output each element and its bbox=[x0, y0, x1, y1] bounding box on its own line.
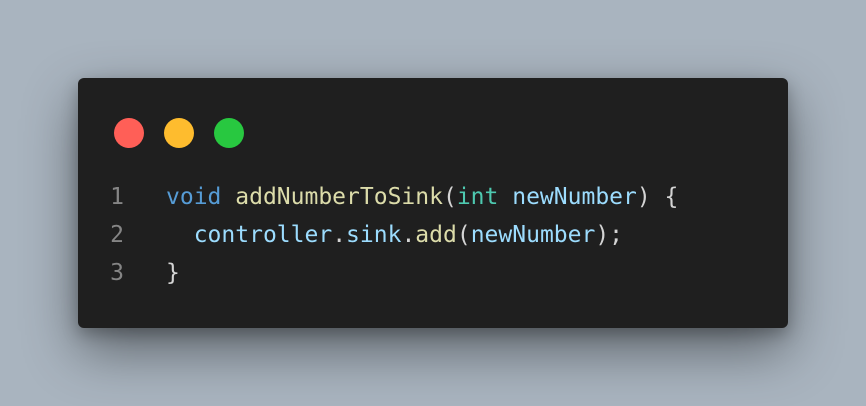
keyword-token: void bbox=[166, 184, 222, 210]
code-block: 1 void addNumberToSink(int newNumber) { … bbox=[78, 178, 678, 292]
punctuation-token: ( bbox=[442, 184, 457, 210]
punctuation-token: ( bbox=[456, 222, 471, 248]
line-number: 1 bbox=[110, 184, 124, 210]
close-button[interactable] bbox=[114, 118, 144, 148]
minimize-button[interactable] bbox=[164, 118, 194, 148]
line-content: void addNumberToSink(int newNumber) { bbox=[166, 178, 678, 216]
punctuation-token: ) { bbox=[636, 184, 679, 210]
code-line: 3 } bbox=[78, 254, 678, 292]
type-token: int bbox=[456, 184, 499, 210]
method-name-token: add bbox=[415, 222, 457, 248]
line-number: 3 bbox=[110, 260, 124, 286]
maximize-button[interactable] bbox=[214, 118, 244, 148]
line-content: controller.sink.add(newNumber); bbox=[166, 216, 623, 254]
window-controls bbox=[114, 118, 244, 148]
punctuation-token: . bbox=[332, 222, 347, 248]
parameter-token: newNumber bbox=[512, 184, 637, 210]
argument-token: newNumber bbox=[470, 222, 596, 248]
code-line: 2 controller.sink.add(newNumber); bbox=[78, 216, 678, 254]
punctuation-token: . bbox=[401, 222, 416, 248]
line-number: 2 bbox=[110, 222, 124, 248]
code-line: 1 void addNumberToSink(int newNumber) { bbox=[78, 178, 678, 216]
line-content: } bbox=[166, 254, 180, 292]
property-token: sink bbox=[346, 222, 402, 248]
indent-token bbox=[166, 222, 194, 248]
punctuation-token: ); bbox=[595, 222, 624, 248]
function-name-token: addNumberToSink bbox=[235, 184, 443, 210]
code-window: 1 void addNumberToSink(int newNumber) { … bbox=[78, 78, 788, 328]
variable-token: controller bbox=[193, 222, 333, 248]
closing-brace-token: } bbox=[166, 260, 180, 286]
